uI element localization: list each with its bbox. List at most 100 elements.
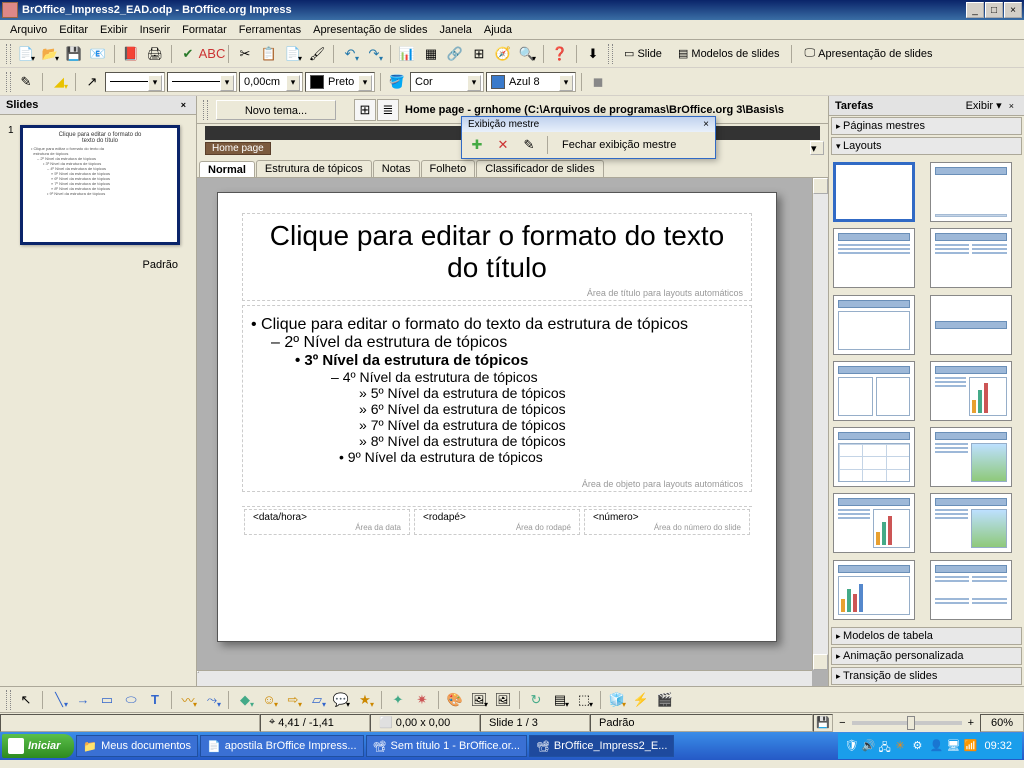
- shadow-button[interactable]: [587, 71, 609, 93]
- paste-button[interactable]: [282, 43, 304, 65]
- layout-chartonly[interactable]: [833, 560, 915, 620]
- tray-icon[interactable]: 📶: [963, 739, 977, 753]
- clock[interactable]: 09:32: [980, 740, 1016, 752]
- toolbar-handle[interactable]: [6, 690, 11, 710]
- line-width-combo[interactable]: 0,00cm: [239, 72, 303, 92]
- master-view-toolbar[interactable]: Exibição mestre × ✚ ✎ Fechar exibição me…: [461, 116, 716, 159]
- view-grid-icon[interactable]: [354, 99, 376, 121]
- tray-icon[interactable]: 👤: [929, 739, 943, 753]
- block-arrows-tool[interactable]: ⇨: [282, 689, 304, 711]
- zoom-value[interactable]: 60%: [980, 714, 1024, 732]
- glue-tool[interactable]: ✷: [411, 689, 433, 711]
- open-button[interactable]: [39, 43, 61, 65]
- rotate-tool[interactable]: ↻: [525, 689, 547, 711]
- line-color-combo[interactable]: Preto: [305, 72, 375, 92]
- select-tool[interactable]: ↖: [15, 689, 37, 711]
- outline-level[interactable]: 2º Nível da estrutura de tópicos: [271, 334, 743, 352]
- outline-placeholder[interactable]: Clique para editar o formato do texto da…: [251, 316, 743, 465]
- 3d-tool[interactable]: [606, 689, 628, 711]
- edit-points-button[interactable]: ✎: [15, 71, 37, 93]
- start-button[interactable]: Iniciar: [2, 734, 74, 758]
- text-tool[interactable]: [144, 689, 166, 711]
- outline-level[interactable]: 7º Nível da estrutura de tópicos: [359, 417, 743, 433]
- tab-handout[interactable]: Folheto: [421, 160, 476, 177]
- menu-janela[interactable]: Janela: [433, 22, 477, 38]
- line-tool[interactable]: ╲: [48, 689, 70, 711]
- toolbar-handle[interactable]: [6, 44, 11, 64]
- symbol-shapes-tool[interactable]: ☺: [258, 689, 280, 711]
- hyperlink-button[interactable]: [444, 43, 466, 65]
- rectangle-tool[interactable]: [96, 689, 118, 711]
- taskbar-item[interactable]: 📽Sem título 1 - BrOffice.or...: [366, 735, 527, 757]
- new-theme-button[interactable]: Novo tema...: [216, 100, 336, 120]
- toolbar-handle[interactable]: [203, 100, 208, 120]
- menu-inserir[interactable]: Inserir: [134, 22, 177, 38]
- menu-formatar[interactable]: Formatar: [176, 22, 233, 38]
- cut-button[interactable]: [234, 43, 256, 65]
- print-button[interactable]: [144, 43, 166, 65]
- rename-master-button[interactable]: ✎: [518, 134, 540, 156]
- horizontal-scrollbar[interactable]: [197, 670, 812, 686]
- theme-tab[interactable]: Home page: [205, 142, 271, 155]
- status-save-icon[interactable]: 💾: [813, 714, 833, 732]
- delete-master-button[interactable]: [492, 134, 514, 156]
- connector-tool[interactable]: [201, 689, 223, 711]
- layout-chart[interactable]: [930, 361, 1012, 421]
- tab-outline[interactable]: Estrutura de tópicos: [256, 160, 372, 177]
- outline-level[interactable]: Clique para editar o formato do texto da…: [251, 316, 743, 334]
- menu-editar[interactable]: Editar: [53, 22, 94, 38]
- export-pdf-button[interactable]: [120, 43, 142, 65]
- highlight-color-button[interactable]: ◢: [48, 71, 70, 93]
- zoom-out-icon[interactable]: −: [839, 717, 845, 729]
- mail-button[interactable]: [87, 43, 109, 65]
- layout-title-content[interactable]: [833, 228, 915, 288]
- new-master-button[interactable]: ✚: [466, 134, 488, 156]
- footer-placeholder[interactable]: <rodapé>Área do rodapé: [414, 509, 580, 535]
- table-button[interactable]: [420, 43, 442, 65]
- slide-master-button[interactable]: ▤ Modelos de slides: [671, 43, 787, 65]
- fill-type-combo[interactable]: Cor: [410, 72, 484, 92]
- layout-title-2content[interactable]: [930, 228, 1012, 288]
- callout-tool[interactable]: [330, 689, 352, 711]
- minimize-button[interactable]: _: [966, 2, 984, 18]
- number-placeholder[interactable]: <número>Área do número do slide: [584, 509, 750, 535]
- outline-level[interactable]: 6º Nível da estrutura de tópicos: [359, 401, 743, 417]
- section-layouts[interactable]: Layouts: [831, 137, 1022, 155]
- outline-level[interactable]: 9º Nível da estrutura de tópicos: [339, 449, 743, 465]
- zoom-thumb[interactable]: [907, 716, 915, 730]
- outline-level[interactable]: 5º Nível da estrutura de tópicos: [359, 385, 743, 401]
- redo-button[interactable]: [363, 43, 385, 65]
- insert-slide-button[interactable]: Slide: [617, 43, 669, 65]
- star-tool[interactable]: [354, 689, 376, 711]
- copy-button[interactable]: [258, 43, 280, 65]
- dropdown-arrow-icon[interactable]: ▾: [810, 141, 824, 155]
- menu-apresentacao[interactable]: Apresentação de slides: [307, 22, 433, 38]
- arrange-tool[interactable]: ⬚: [573, 689, 595, 711]
- layout-chart-text[interactable]: [833, 493, 915, 553]
- points-tool[interactable]: ✦: [387, 689, 409, 711]
- interaction-tool[interactable]: ⚡: [630, 689, 652, 711]
- section-master-pages[interactable]: Páginas mestres: [831, 117, 1022, 135]
- layout-4content[interactable]: [930, 560, 1012, 620]
- ellipse-tool[interactable]: [120, 689, 142, 711]
- tab-normal[interactable]: Normal: [199, 161, 255, 178]
- view-link[interactable]: Exibir: [966, 100, 994, 112]
- menu-ferramentas[interactable]: Ferramentas: [233, 22, 307, 38]
- layout-centered[interactable]: [930, 295, 1012, 355]
- zoom-button[interactable]: [516, 43, 538, 65]
- close-master-view-button[interactable]: Fechar exibição mestre: [555, 134, 683, 156]
- layout-title[interactable]: [930, 162, 1012, 222]
- close-icon[interactable]: ×: [1005, 101, 1018, 111]
- menu-ajuda[interactable]: Ajuda: [478, 22, 518, 38]
- undo-button[interactable]: [339, 43, 361, 65]
- animation-tool[interactable]: 🎬: [654, 689, 676, 711]
- slide-edit-area[interactable]: Clique para editar o formato do texto do…: [197, 177, 828, 686]
- zoom-in-icon[interactable]: +: [968, 717, 974, 729]
- fontwork-tool[interactable]: [444, 689, 466, 711]
- line-style-combo[interactable]: [167, 72, 237, 92]
- align-tool[interactable]: ▤: [549, 689, 571, 711]
- layout-titleonly[interactable]: [833, 295, 915, 355]
- section-table-design[interactable]: Modelos de tabela: [831, 627, 1022, 645]
- toolbar-handle[interactable]: [608, 44, 613, 64]
- line-style-dialog-button[interactable]: ↗: [81, 71, 103, 93]
